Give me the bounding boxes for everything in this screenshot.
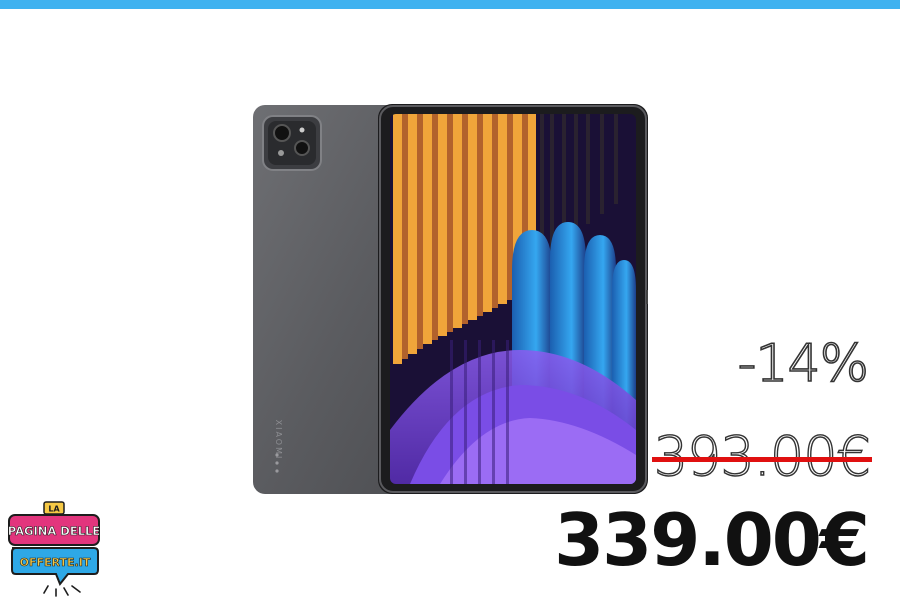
tablet-product-image: XIAOMI <box>253 104 648 494</box>
new-price: 339.00€ <box>554 498 870 582</box>
logo-line-la: LA <box>48 505 60 514</box>
discount-percent: -14% <box>737 334 870 394</box>
logo-line-pagina: PAGINA DELLE <box>8 524 101 538</box>
tablet-front <box>378 104 648 494</box>
brand-print: XIAOMI <box>274 420 283 461</box>
pagina-delle-offerte-logo[interactable]: LA PAGINA DELLE OFFERTE.IT <box>6 498 102 598</box>
old-price-container: 393.00€ <box>651 429 872 484</box>
top-accent-bar <box>0 0 900 9</box>
logo-line-offerte: OFFERTE.IT <box>20 556 91 569</box>
tablet-screen <box>390 114 636 484</box>
strikethrough-line <box>651 457 872 462</box>
